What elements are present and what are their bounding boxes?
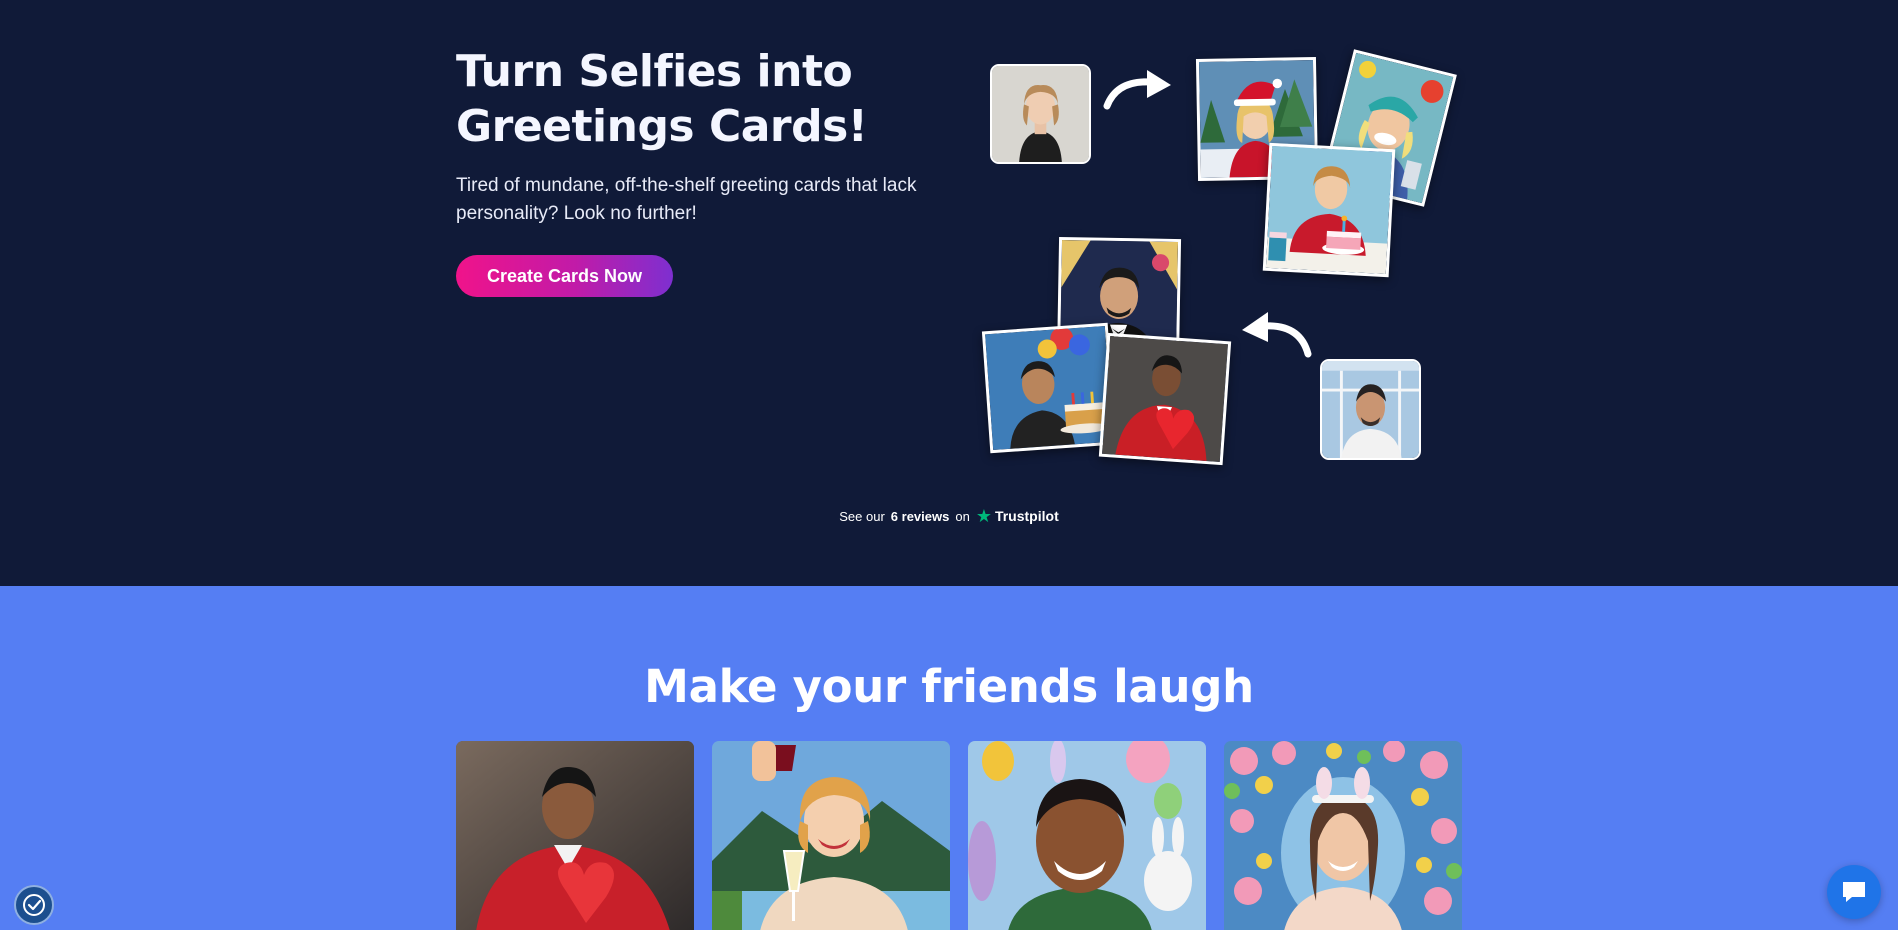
- trustpilot-star-icon: ★: [975, 506, 992, 526]
- trustpilot-review-count: 6 reviews: [890, 508, 950, 524]
- chat-bubble-icon: [1843, 882, 1865, 902]
- section-title: Make your friends laugh: [644, 660, 1254, 713]
- accessibility-icon: [23, 894, 45, 916]
- example-card-floral[interactable]: [1224, 741, 1462, 930]
- balloons-card: [981, 322, 1117, 454]
- trustpilot-brand: Trustpilot: [994, 508, 1059, 524]
- selfie-photo-man: [1320, 359, 1421, 460]
- selfie-collage: [0, 0, 1898, 586]
- example-card-valentine[interactable]: [456, 741, 694, 930]
- accessibility-button[interactable]: [14, 885, 54, 925]
- trustpilot-suffix: on: [955, 508, 970, 524]
- example-card-easter-bunny[interactable]: [968, 741, 1206, 930]
- trustpilot-logo[interactable]: ★ Trustpilot: [975, 506, 1059, 526]
- birthday-cake-card: [1262, 142, 1396, 278]
- arrow-right-icon: [1103, 70, 1171, 110]
- hero-section: Turn Selfies into Greetings Cards! Tired…: [0, 0, 1898, 586]
- trustpilot-prefix: See our: [839, 508, 885, 524]
- example-card-champagne[interactable]: [712, 741, 950, 930]
- selfie-photo-woman: [990, 64, 1091, 164]
- friends-laugh-section: Make your friends laugh: [0, 586, 1898, 930]
- trustpilot-widget[interactable]: See our 6 reviews on ★ Trustpilot: [0, 506, 1898, 526]
- chat-button[interactable]: [1827, 865, 1881, 919]
- arrow-left-icon: [1242, 312, 1312, 358]
- valentine-heart-card: [1098, 332, 1232, 466]
